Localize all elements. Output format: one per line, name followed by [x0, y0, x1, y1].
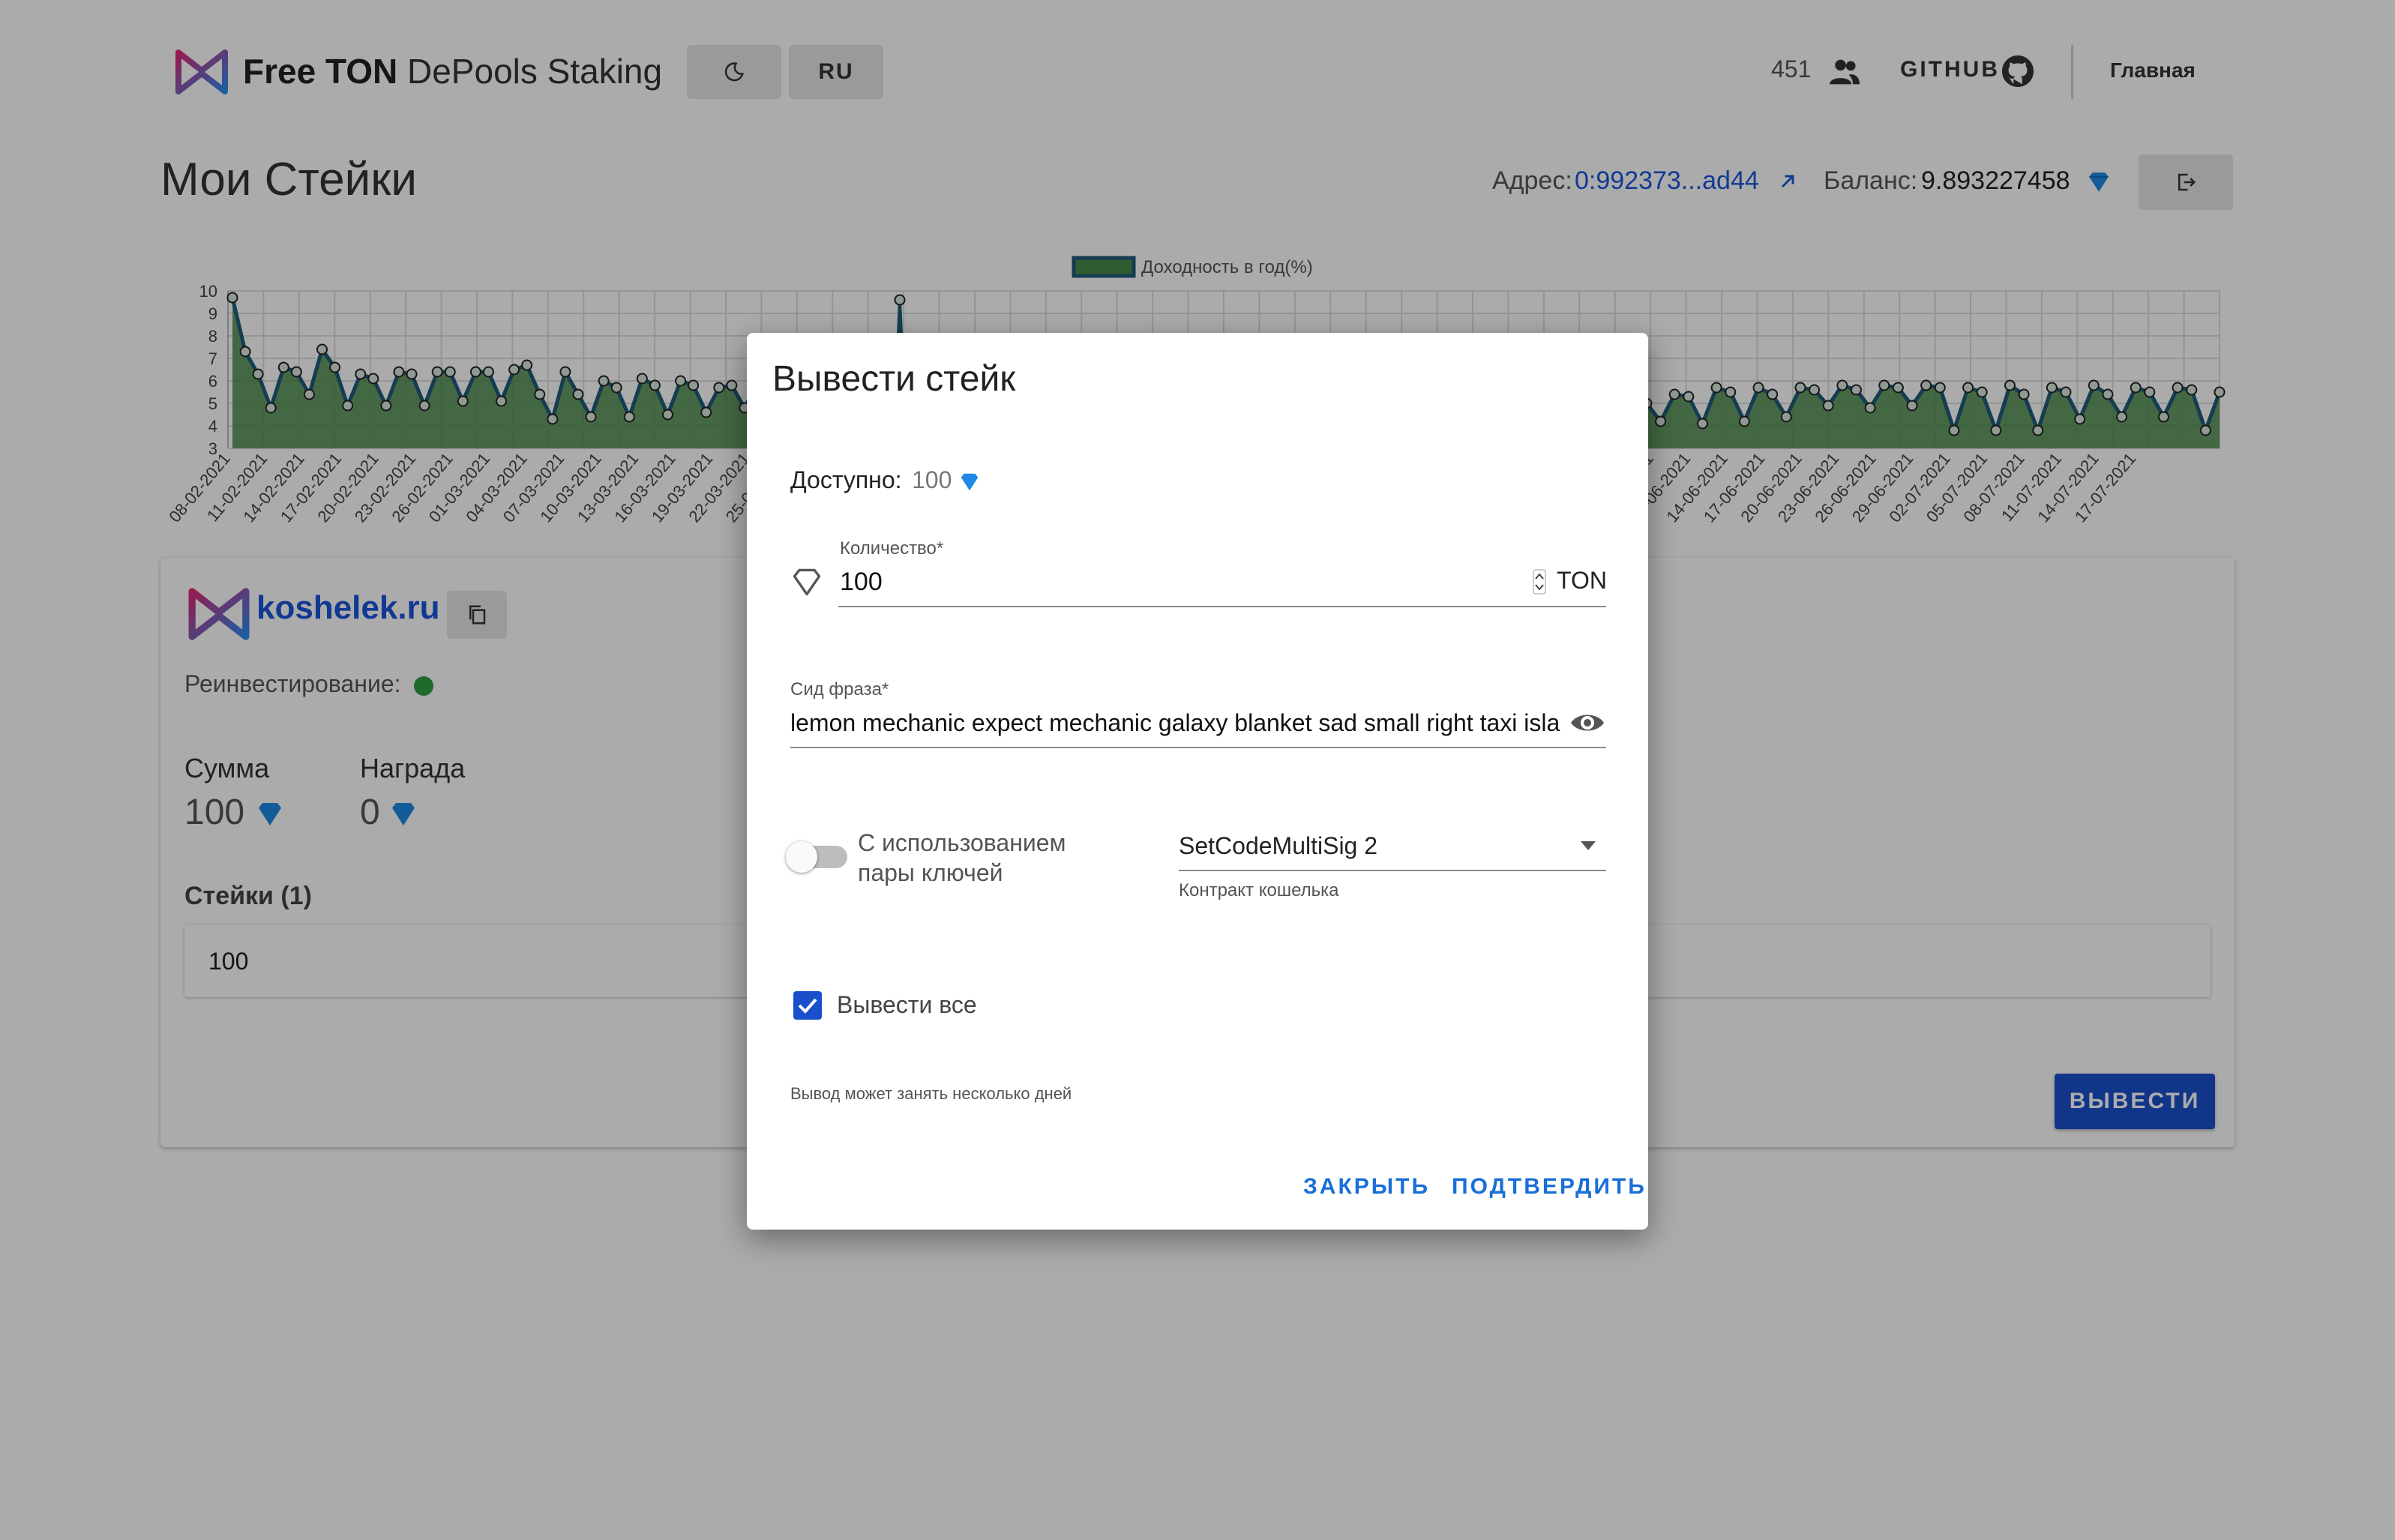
close-button[interactable]: ЗАКРЫТЬ — [1303, 1174, 1430, 1200]
eye-icon[interactable] — [1569, 708, 1606, 738]
wallet-contract-underline — [1179, 870, 1606, 871]
seed-phrase-underline — [790, 747, 1606, 748]
wallet-contract-select[interactable]: SetCodeMultiSig 2 — [1179, 832, 1377, 860]
available-label: Доступно: — [790, 466, 902, 493]
dropdown-arrow-icon[interactable] — [1579, 840, 1597, 852]
seed-phrase-label: Сид фраза* — [790, 679, 889, 700]
check-icon — [798, 998, 817, 1014]
quantity-label: Количество* — [840, 538, 944, 559]
keypair-toggle-knob[interactable] — [786, 841, 817, 873]
withdraw-all-checkbox[interactable] — [793, 991, 822, 1020]
quantity-underline — [838, 606, 1606, 607]
keypair-toggle-label: С использованием пары ключей — [858, 829, 1066, 886]
page-root: Free TON DePools Staking RU 451 GITHUB Г… — [0, 0, 2395, 1540]
diamond-outline-icon — [793, 568, 821, 596]
quantity-unit: TON — [1557, 567, 1607, 594]
seed-phrase-input[interactable] — [789, 705, 1564, 741]
quantity-stepper[interactable] — [1533, 568, 1546, 595]
ton-gem-icon — [961, 473, 979, 491]
withdraw-note: Вывод может занять несколько дней — [790, 1084, 1072, 1103]
withdraw-all-label[interactable]: Вывести все — [837, 991, 977, 1019]
available-value: 100 — [912, 466, 952, 493]
dialog-title: Вывести стейк — [772, 359, 1016, 399]
confirm-button[interactable]: ПОДТВЕРДИТЬ — [1452, 1174, 1647, 1200]
wallet-contract-hint: Контракт кошелька — [1179, 880, 1339, 900]
quantity-input[interactable] — [838, 564, 1531, 600]
